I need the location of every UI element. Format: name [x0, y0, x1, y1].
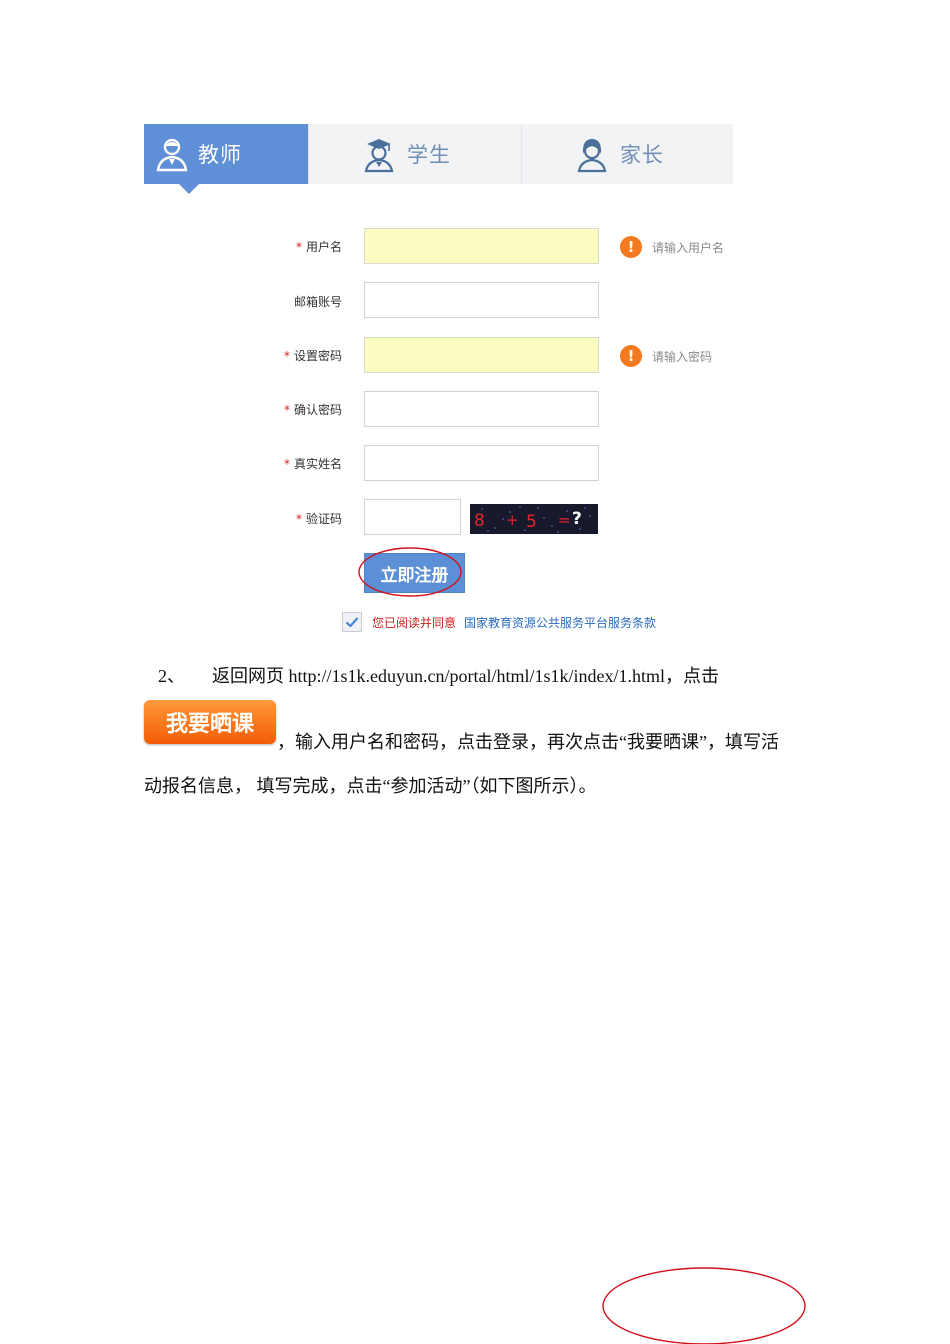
active-tab-pointer [179, 184, 199, 194]
username-input[interactable] [364, 228, 599, 264]
tab-parent[interactable]: 家长 [521, 124, 734, 184]
agree-checkbox[interactable] [342, 612, 362, 632]
captcha-question: ? [572, 509, 582, 529]
captcha-op: + [506, 511, 519, 529]
username-label: * 用户名 [222, 238, 342, 255]
realname-input[interactable] [364, 445, 599, 481]
teacher-icon [156, 138, 188, 172]
password-input[interactable] [364, 337, 599, 373]
step-line-3: 动报名信息， 填写完成，点击“参加活动”（如下图所示）。 [144, 776, 597, 796]
tab-student[interactable]: 学生 [308, 124, 521, 184]
captcha-image[interactable]: 8 + 5 = ? [470, 504, 598, 534]
agreement-row: 您已阅读并同意 国家教育资源公共服务平台服务条款 [342, 612, 656, 632]
share-lesson-button-label: 我要晒课 [165, 712, 254, 737]
step-number: 2、 [158, 666, 185, 686]
captcha-digit-a: 8 [474, 511, 485, 531]
required-mark: * [283, 349, 290, 363]
required-mark: * [295, 240, 302, 254]
email-label: 邮箱账号 [222, 293, 342, 310]
step-line-2: ，输入用户名和密码，点击登录，再次点击“我要晒课”，填写活 [277, 732, 779, 752]
captcha-digit-b: 5 [526, 512, 537, 532]
tab-teacher-label: 教师 [198, 143, 242, 167]
password-hint: ! 请输入密码 [620, 344, 712, 368]
email-label-text: 邮箱账号 [293, 295, 342, 309]
realname-label-text: 真实姓名 [293, 457, 342, 471]
username-hint: ! 请输入用户名 [620, 235, 724, 259]
captcha-eq: = [558, 511, 571, 529]
confirm-password-label: * 确认密码 [222, 401, 342, 418]
realname-label: * 真实姓名 [222, 455, 342, 472]
annotation-circle [358, 547, 462, 597]
required-mark: * [283, 457, 290, 471]
captcha-input[interactable] [364, 499, 461, 535]
password-label: * 设置密码 [222, 347, 342, 364]
agree-text: 您已阅读并同意 [372, 615, 457, 630]
tab-student-label: 学生 [407, 143, 451, 167]
annotation-circle-bottom [602, 1267, 806, 1344]
required-mark: * [295, 512, 302, 526]
password-hint-text: 请输入密码 [652, 349, 713, 364]
captcha-label-text: 验证码 [305, 512, 342, 526]
check-icon [345, 617, 359, 628]
password-label-text: 设置密码 [293, 349, 342, 363]
terms-link[interactable]: 国家教育资源公共服务平台服务条款 [464, 614, 656, 631]
required-mark: * [283, 403, 290, 417]
tab-parent-label: 家长 [620, 143, 664, 167]
warning-icon: ! [620, 345, 642, 367]
role-tabbar: 教师 学生 家长 [144, 124, 733, 184]
confirm-password-input[interactable] [364, 391, 599, 427]
confirm-password-label-text: 确认密码 [293, 403, 342, 417]
captcha-label: * 验证码 [222, 510, 342, 527]
step-line-1: 返回网页 http://1s1k.eduyun.cn/portal/html/1… [212, 666, 719, 686]
share-lesson-button[interactable]: 我要晒课 [144, 700, 276, 744]
tab-teacher[interactable]: 教师 [144, 124, 308, 184]
captcha-graphic: 8 + 5 = ? [474, 506, 591, 533]
username-hint-text: 请输入用户名 [652, 240, 725, 255]
parent-icon [577, 139, 607, 173]
email-input[interactable] [364, 282, 599, 318]
warning-icon: ! [620, 236, 642, 258]
username-label-text: 用户名 [305, 240, 342, 254]
student-icon [364, 139, 394, 173]
